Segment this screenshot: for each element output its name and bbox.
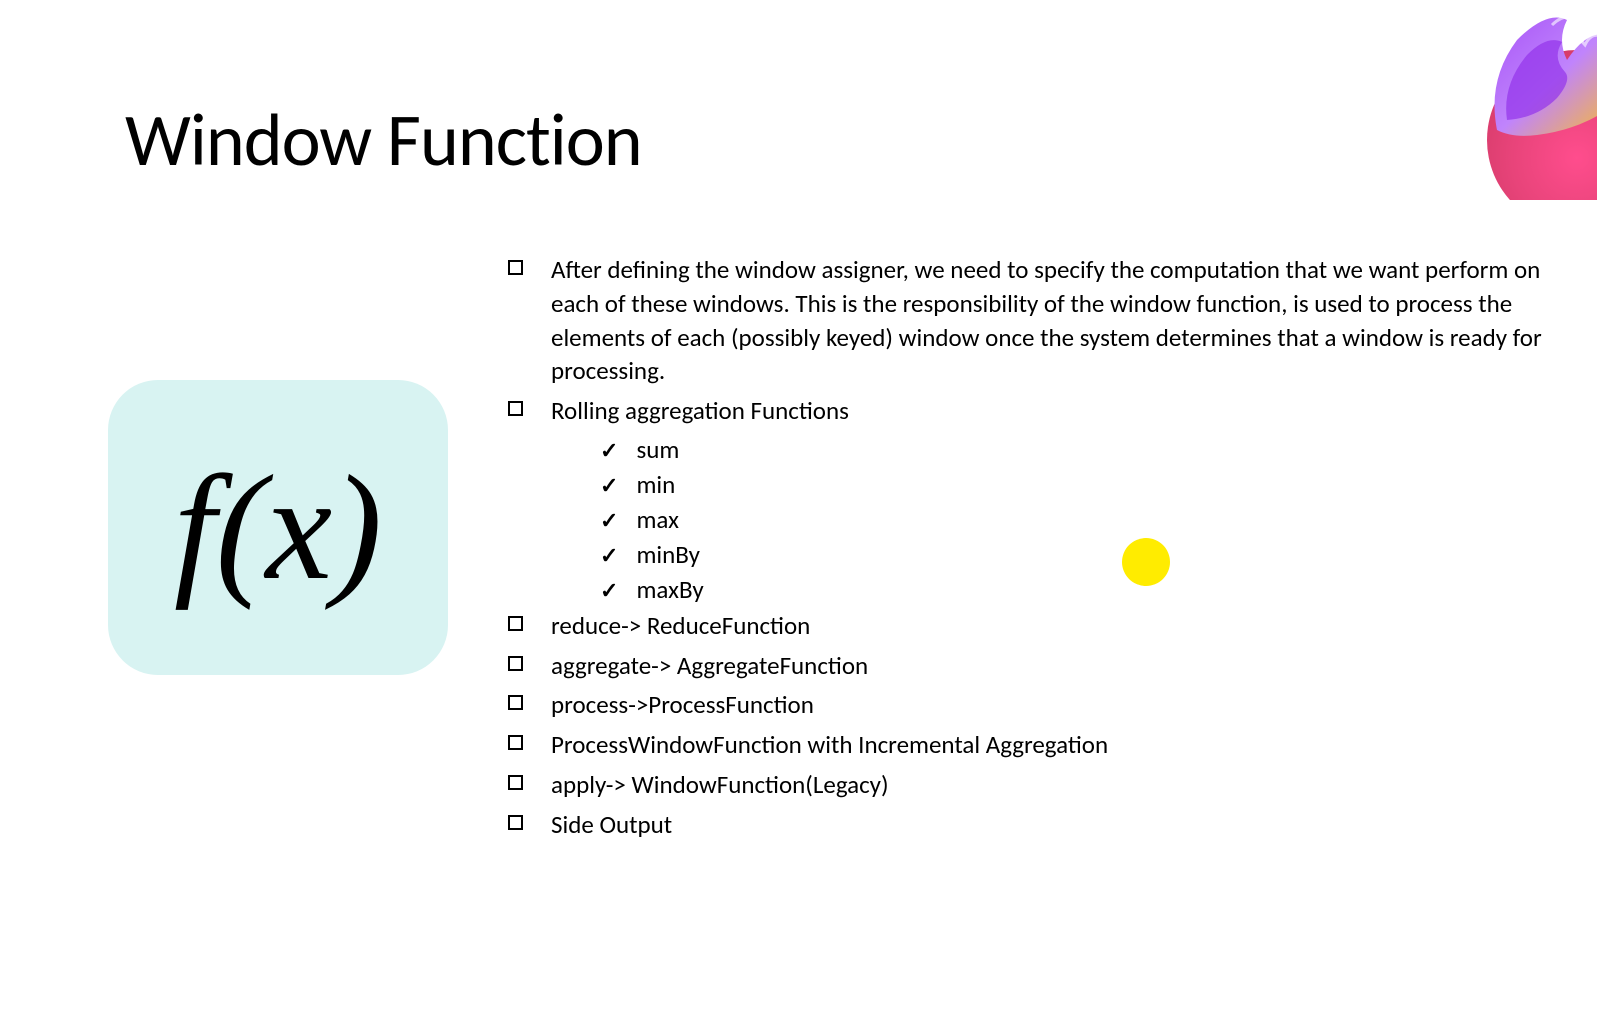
bullet-text: ProcessWindowFunction with Incremental A… bbox=[551, 728, 1108, 762]
square-bullet-icon bbox=[508, 695, 523, 710]
square-bullet-icon bbox=[508, 656, 523, 671]
sub-item: ✓ max bbox=[600, 504, 1577, 535]
bullet-item: ProcessWindowFunction with Incremental A… bbox=[508, 728, 1577, 762]
bullet-text: aggregate-> AggregateFunction bbox=[551, 649, 868, 683]
check-icon: ✓ bbox=[600, 507, 618, 534]
sub-item: ✓ minBy bbox=[600, 539, 1577, 570]
fx-label: f(x) bbox=[174, 442, 382, 614]
bullet-text: Side Output bbox=[551, 808, 672, 842]
bullet-text: reduce-> ReduceFunction bbox=[551, 609, 810, 643]
check-icon: ✓ bbox=[600, 472, 618, 499]
sub-item: ✓ min bbox=[600, 469, 1577, 500]
check-icon: ✓ bbox=[600, 577, 618, 604]
square-bullet-icon bbox=[508, 401, 523, 416]
sub-list: ✓ sum ✓ min ✓ max ✓ minBy ✓ maxBy bbox=[600, 434, 1577, 605]
sub-text: maxBy bbox=[636, 574, 703, 605]
bullet-text: After defining the window assigner, we n… bbox=[551, 253, 1577, 388]
bullet-text: Rolling aggregation Functions bbox=[551, 394, 849, 428]
sub-item: ✓ sum bbox=[600, 434, 1577, 465]
fx-formula-box: f(x) bbox=[108, 380, 448, 675]
square-bullet-icon bbox=[508, 735, 523, 750]
square-bullet-icon bbox=[508, 775, 523, 790]
sub-text: min bbox=[636, 469, 675, 500]
sub-text: sum bbox=[636, 434, 679, 465]
sub-text: max bbox=[636, 504, 679, 535]
bullet-text: apply-> WindowFunction(Legacy) bbox=[551, 768, 889, 802]
bullet-item: process->ProcessFunction bbox=[508, 688, 1577, 722]
content-list: After defining the window assigner, we n… bbox=[508, 253, 1577, 847]
check-icon: ✓ bbox=[600, 437, 618, 464]
check-icon: ✓ bbox=[600, 542, 618, 569]
sub-text: minBy bbox=[636, 539, 700, 570]
sub-item: ✓ maxBy bbox=[600, 574, 1577, 605]
logo-icon bbox=[1457, 0, 1597, 200]
bullet-text: process->ProcessFunction bbox=[551, 688, 814, 722]
bullet-item: reduce-> ReduceFunction bbox=[508, 609, 1577, 643]
square-bullet-icon bbox=[508, 616, 523, 631]
square-bullet-icon bbox=[508, 815, 523, 830]
bullet-item: After defining the window assigner, we n… bbox=[508, 253, 1577, 388]
bullet-item: Side Output bbox=[508, 808, 1577, 842]
bullet-item: Rolling aggregation Functions bbox=[508, 394, 1577, 428]
highlight-cursor-icon bbox=[1122, 538, 1170, 586]
bullet-item: apply-> WindowFunction(Legacy) bbox=[508, 768, 1577, 802]
slide-title: Window Function bbox=[125, 95, 642, 185]
bullet-item: aggregate-> AggregateFunction bbox=[508, 649, 1577, 683]
square-bullet-icon bbox=[508, 260, 523, 275]
